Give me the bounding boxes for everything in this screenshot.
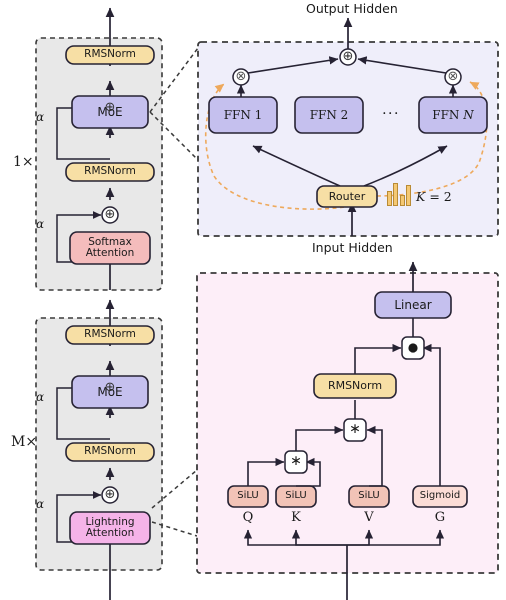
router-label: Router [328,189,366,203]
input-k-label: K [291,509,301,525]
ffn-ellipsis-label: ··· [382,106,400,123]
residual-add-top-glyph-mx: ⊕ [104,379,116,395]
residual-add-top-glyph-1x: ⊕ [104,99,116,115]
ffn-n-prefix: FFN [432,107,460,122]
rmsnorm-top-label-1x: RMSNorm [84,48,136,61]
ffn-2-index: 2 [340,107,349,122]
ffn-2-prefix: FFN [309,107,337,122]
silu-k-label: SiLU [285,490,307,502]
linear-output-label: Linear [394,297,432,312]
ffn-n-label: FFN N [419,97,487,133]
ffn-1-prefix: FFN [223,107,251,122]
expert-sum-glyph: ⊕ [342,48,354,64]
lightning-attention-label: Lightning Attention [70,512,150,544]
ffn-1-index: 1 [254,107,263,122]
rmsnorm-attention-label: RMSNorm [327,379,383,393]
ffn-1-label: FFN 1 [209,97,277,133]
silu-v-label: SiLU [358,490,380,502]
sigmoid-g-label: Sigmoid [419,490,461,502]
ffn-2-label: FFN 2 [295,97,363,133]
matmul-qkv-glyph: ∗ [349,421,361,438]
lightning-attention-line2: Attention [85,527,135,539]
matmul-qk-glyph: ∗ [290,453,302,470]
gate-multiply-right-glyph: ⊗ [447,68,459,84]
silu-q-label: SiLU [237,490,259,502]
input-g-label: G [434,509,446,525]
router-histogram-icon [387,183,411,206]
rmsnorm-mid-label-1x: RMSNorm [84,165,136,178]
ffn-n-index: N [463,107,474,122]
rmsnorm-top-label-mx: RMSNorm [84,328,136,341]
rmsnorm-mid-label-mx: RMSNorm [84,445,136,458]
softmax-attention-line2: Attention [85,247,135,259]
residual-add-bottom-glyph-mx: ⊕ [104,486,116,502]
softmax-attention-label: Softmax Attention [70,232,150,264]
gate-multiply-left-glyph: ⊗ [235,68,247,84]
input-v-label: V [364,509,374,525]
input-q-label: Q [242,509,254,525]
residual-add-bottom-glyph-1x: ⊕ [104,206,116,222]
diagram-canvas: Output Hidden Input Hidden 1× M× RMSNorm… [0,0,506,600]
